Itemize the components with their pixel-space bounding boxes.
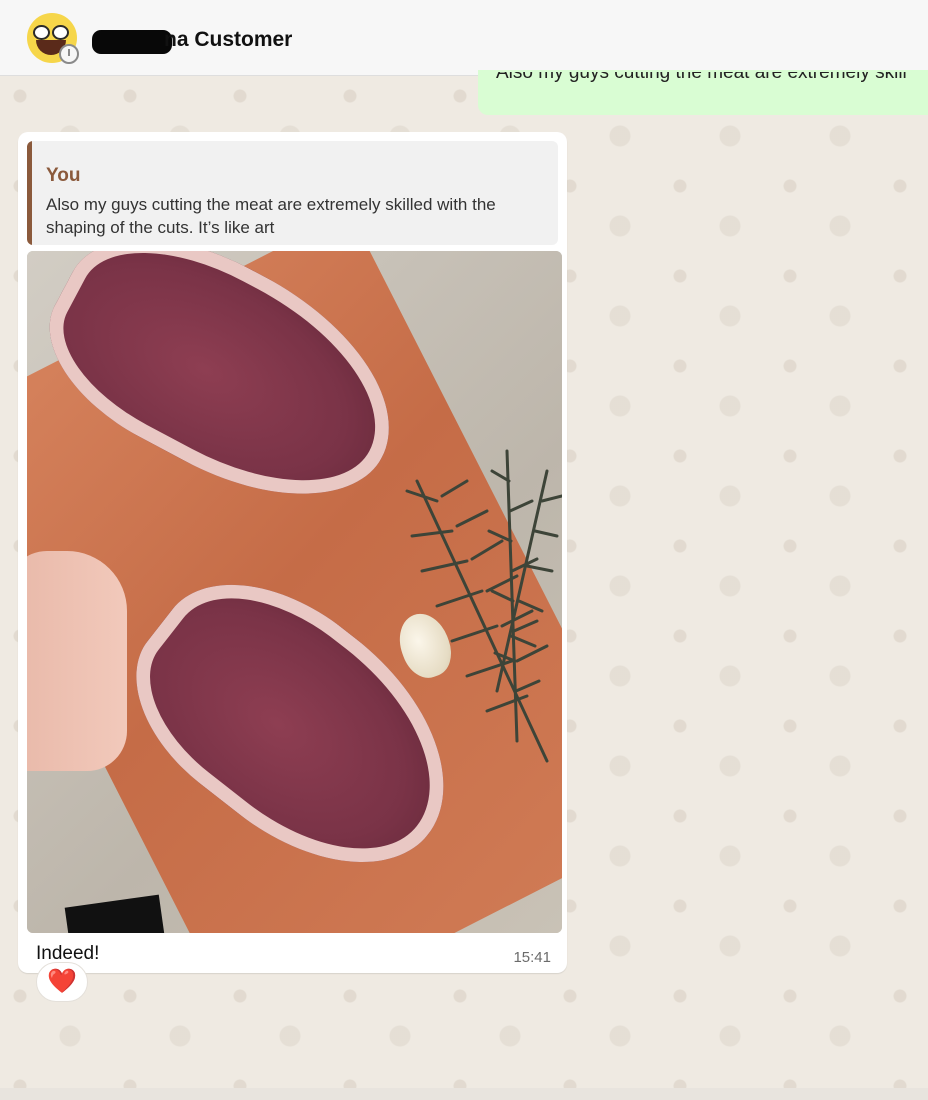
quote-author: You bbox=[46, 165, 81, 186]
incoming-message-bubble[interactable]: You Also my guys cutting the meat are ex… bbox=[18, 132, 567, 973]
quote-accent-bar bbox=[27, 141, 32, 245]
heart-icon: ❤️ bbox=[47, 968, 77, 995]
clock-icon bbox=[59, 44, 79, 64]
redacted-name-part bbox=[92, 30, 172, 54]
avatar-eye-left bbox=[33, 25, 50, 40]
chat-header[interactable]: na Customer bbox=[0, 0, 928, 76]
contact-name[interactable]: na Customer bbox=[164, 28, 292, 52]
message-timestamp: 15:41 bbox=[513, 949, 551, 966]
composer-bar-edge bbox=[0, 1088, 928, 1100]
photo-rosemary-sprig bbox=[405, 449, 562, 763]
quoted-message[interactable]: You Also my guys cutting the meat are ex… bbox=[27, 141, 558, 245]
quote-text: Also my guys cutting the meat are extrem… bbox=[46, 195, 496, 237]
photo-hand bbox=[27, 551, 127, 771]
outgoing-message-bubble[interactable]: Also my guys cutting the meat are extrem… bbox=[478, 70, 928, 115]
message-reaction[interactable]: ❤️ bbox=[36, 962, 88, 1002]
avatar-eye-right bbox=[52, 25, 69, 40]
contact-avatar[interactable] bbox=[27, 13, 79, 64]
message-photo[interactable] bbox=[27, 251, 562, 933]
